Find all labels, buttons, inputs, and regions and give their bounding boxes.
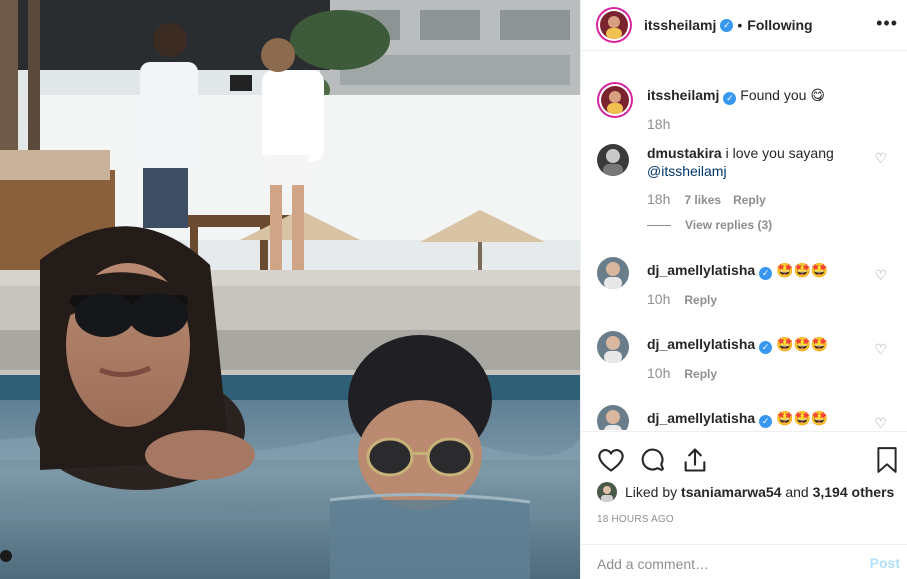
comment-text: 🤩🤩🤩 <box>776 336 829 352</box>
verified-badge-icon: ✓ <box>759 341 773 354</box>
author-avatar-ring[interactable] <box>596 7 632 43</box>
likes-conjunction: and <box>785 484 809 500</box>
comment-bubble-icon[interactable] <box>639 446 667 474</box>
pool-photo-image <box>0 0 580 579</box>
author-username[interactable]: itssheilamj <box>644 17 716 33</box>
action-icons-row <box>597 446 709 474</box>
caption-text: Found you 😋 <box>740 87 825 103</box>
follow-separator: • <box>737 17 743 33</box>
comment-username[interactable]: dj_amellylatisha <box>647 262 755 278</box>
liker-avatar[interactable] <box>597 482 617 502</box>
replies-divider <box>647 224 671 226</box>
commenter-avatar[interactable] <box>597 257 629 289</box>
comment-likes[interactable]: 7 likes <box>684 193 721 207</box>
comment-like-heart-icon[interactable]: ♡ <box>874 341 887 358</box>
commenter-avatar[interactable] <box>597 405 629 430</box>
post-actions: Liked by tsaniamarwa54 and 3,194 others … <box>581 431 907 579</box>
comment-like-heart-icon[interactable]: ♡ <box>874 150 887 167</box>
caption-avatar <box>601 86 629 114</box>
comment-text: 🤩🤩🤩 <box>776 262 829 278</box>
comment-username[interactable]: dj_amellylatisha <box>647 410 755 426</box>
verified-badge-icon: ✓ <box>759 415 773 428</box>
author-avatar <box>600 11 628 39</box>
add-comment-input[interactable] <box>597 553 847 575</box>
likes-prefix: Liked by <box>625 484 678 500</box>
reply-button[interactable]: Reply <box>684 293 717 307</box>
add-comment-bar: Post <box>581 544 907 579</box>
likes-summary: Liked by tsaniamarwa54 and 3,194 others <box>597 482 894 502</box>
comment-like-heart-icon[interactable]: ♡ <box>874 415 887 430</box>
commenter-avatar[interactable] <box>597 144 629 176</box>
caption-username[interactable]: itssheilamj <box>647 87 719 103</box>
share-icon[interactable] <box>681 446 709 474</box>
comment-time[interactable]: 10h <box>647 291 670 307</box>
verified-badge-icon: ✓ <box>723 92 737 105</box>
post-header: itssheilamj ✓ • Following ••• <box>581 0 907 51</box>
reply-button[interactable]: Reply <box>684 367 717 381</box>
post-photo[interactable] <box>0 0 580 579</box>
post-timestamp[interactable]: 18 hours ago <box>597 514 674 525</box>
like-heart-icon[interactable] <box>597 446 625 474</box>
caption-avatar-ring[interactable] <box>597 82 633 118</box>
verified-badge-icon: ✓ <box>759 267 773 280</box>
comment-time[interactable]: 10h <box>647 365 670 381</box>
post-detail-panel: itssheilamj ✓ • Following ••• itssheilam… <box>580 0 907 579</box>
bookmark-icon[interactable] <box>874 446 900 474</box>
comment-like-heart-icon[interactable]: ♡ <box>874 267 887 284</box>
post-comment-button[interactable]: Post <box>870 555 900 571</box>
more-horizontal-icon[interactable]: ••• <box>876 14 898 32</box>
view-replies-button[interactable]: View replies (3) <box>647 216 872 234</box>
view-replies-label: View replies (3) <box>685 218 773 232</box>
likes-others-link[interactable]: 3,194 others <box>813 484 895 500</box>
commenter-avatar[interactable] <box>597 331 629 363</box>
verified-badge-icon: ✓ <box>720 18 734 32</box>
following-button[interactable]: Following <box>747 17 812 33</box>
comment-text: 🤩🤩🤩 <box>776 410 829 426</box>
comment-mention-link[interactable]: @itssheilamj <box>647 163 727 179</box>
comment-text: i love you sayang <box>725 145 834 161</box>
reply-button[interactable]: Reply <box>733 193 766 207</box>
comment-username[interactable]: dj_amellylatisha <box>647 336 755 352</box>
comment-username[interactable]: dmustakira <box>647 145 722 161</box>
caption-time[interactable]: 18h <box>647 116 670 132</box>
comments-list: itssheilamj ✓ Found you 😋 18h dmustakira … <box>581 52 907 430</box>
comment-time[interactable]: 18h <box>647 191 670 207</box>
liker-username[interactable]: tsaniamarwa54 <box>681 484 781 500</box>
